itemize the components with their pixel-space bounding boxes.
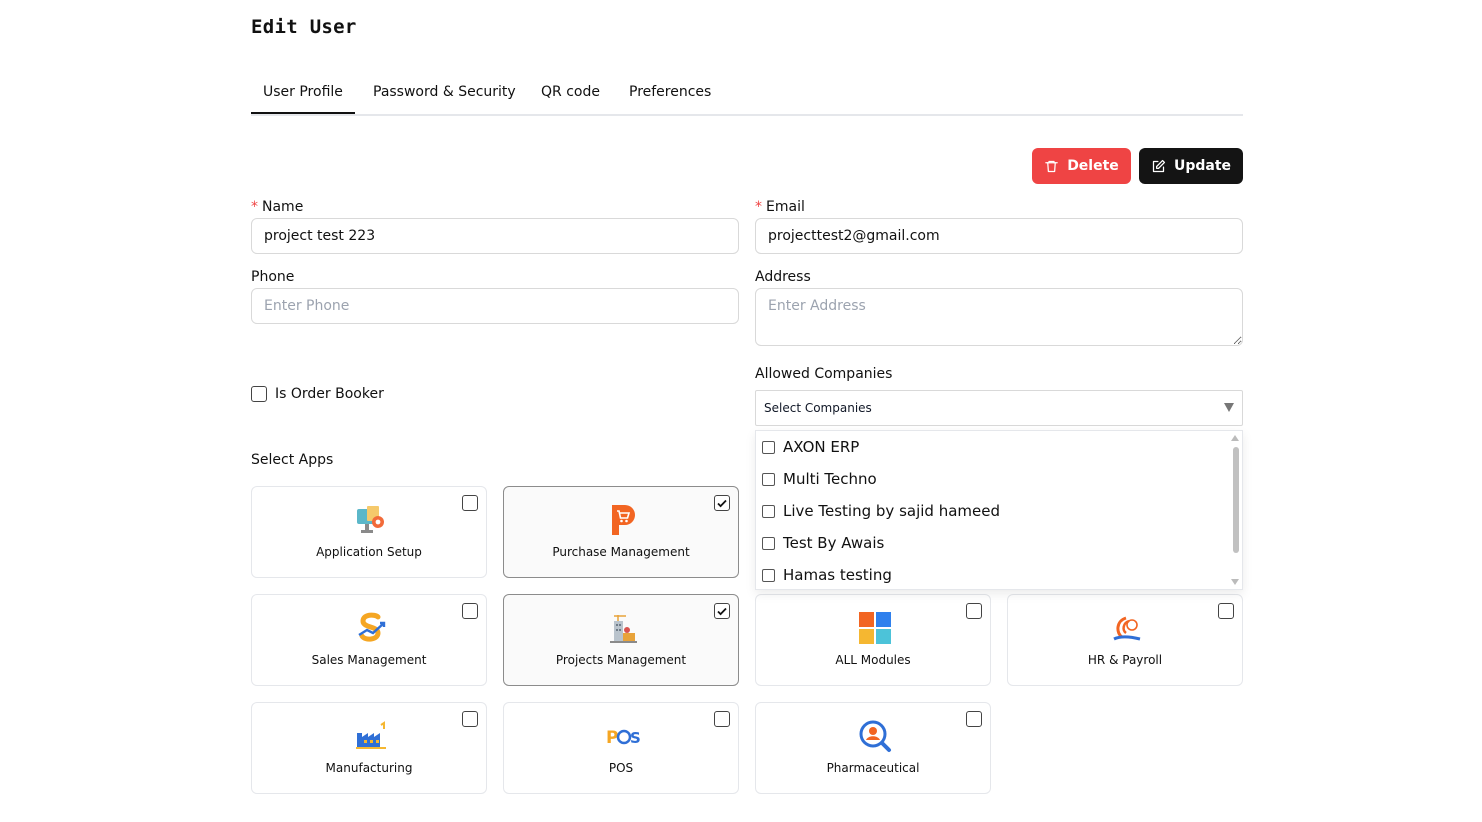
app-card-manufacturing[interactable]: Manufacturing — [251, 702, 487, 794]
app-checkbox[interactable] — [1218, 603, 1234, 619]
dropdown-scrollbar[interactable] — [1233, 447, 1239, 553]
delete-button[interactable]: Delete — [1032, 148, 1131, 184]
company-option-live-testing[interactable]: Live Testing by sajid hameed — [762, 500, 1000, 522]
app-checkbox[interactable] — [714, 603, 730, 619]
app-card-purchase-management[interactable]: Purchase Management — [503, 486, 739, 578]
scroll-down-icon[interactable] — [1231, 579, 1239, 585]
companies-select-placeholder: Select Companies — [764, 401, 872, 415]
app-name: Sales Management — [311, 653, 427, 667]
sales-management-icon — [358, 612, 386, 642]
app-card-pharmaceutical[interactable]: Pharmaceutical — [755, 702, 991, 794]
app-card-all-modules[interactable]: ALL Modules — [755, 594, 991, 686]
name-label: * Name — [251, 199, 304, 215]
company-option-checkbox[interactable] — [762, 536, 775, 550]
company-option-checkbox[interactable] — [762, 568, 775, 582]
email-label: * Email — [755, 199, 805, 215]
manufacturing-icon — [356, 721, 386, 749]
app-checkbox[interactable] — [966, 603, 982, 619]
tab-qr-code[interactable]: QR code — [541, 84, 600, 100]
phone-label: Phone — [251, 269, 295, 285]
company-option-checkbox[interactable] — [762, 440, 775, 454]
app-name: ALL Modules — [835, 653, 911, 667]
pharmaceutical-icon — [859, 720, 891, 752]
phone-input[interactable] — [251, 288, 739, 324]
company-option-multi-techno[interactable]: Multi Techno — [762, 468, 877, 490]
trash-icon — [1045, 160, 1058, 172]
all-modules-icon — [859, 612, 891, 644]
tab-user-profile[interactable]: User Profile — [251, 84, 355, 114]
address-textarea[interactable] — [755, 288, 1243, 346]
companies-dropdown: AXON ERP Multi Techno Live Testing by sa… — [755, 430, 1243, 590]
app-card-projects-management[interactable]: Projects Management — [503, 594, 739, 686]
caret-down-icon — [1224, 403, 1234, 412]
app-checkbox[interactable] — [966, 711, 982, 727]
tab-preferences[interactable]: Preferences — [629, 84, 711, 100]
purchase-management-icon — [612, 505, 635, 535]
pos-icon: P S — [606, 728, 640, 748]
svg-text:P: P — [606, 728, 618, 748]
order-booker-label: Is Order Booker — [275, 386, 384, 402]
application-setup-icon — [357, 506, 384, 533]
app-name: Pharmaceutical — [826, 761, 920, 775]
email-input[interactable] — [755, 218, 1243, 254]
svg-text:S: S — [630, 729, 640, 747]
delete-button-label: Delete — [1067, 158, 1119, 174]
app-card-application-setup[interactable]: Application Setup — [251, 486, 487, 578]
name-input[interactable] — [251, 218, 739, 254]
app-checkbox[interactable] — [714, 711, 730, 727]
app-card-pos[interactable]: P S POS — [503, 702, 739, 794]
update-button[interactable]: Update — [1139, 148, 1243, 184]
tab-password-security[interactable]: Password & Security — [373, 84, 516, 100]
company-option-axon-erp[interactable]: AXON ERP — [762, 436, 859, 458]
scroll-up-icon[interactable] — [1231, 435, 1239, 441]
address-label: Address — [755, 269, 811, 285]
allowed-companies-label: Allowed Companies — [755, 366, 893, 382]
company-option-test-by-awais[interactable]: Test By Awais — [762, 532, 884, 554]
select-apps-label: Select Apps — [251, 452, 334, 468]
required-mark: * — [755, 199, 762, 215]
app-name: Purchase Management — [552, 545, 690, 559]
app-name: Manufacturing — [325, 761, 413, 775]
app-checkbox[interactable] — [462, 495, 478, 511]
app-name: HR & Payroll — [1087, 653, 1163, 667]
company-option-checkbox[interactable] — [762, 504, 775, 518]
projects-management-icon — [610, 615, 637, 643]
companies-select[interactable]: Select Companies — [755, 390, 1243, 426]
order-booker-checkbox[interactable] — [251, 386, 267, 402]
tab-bar: User Profile Password & Security QR code… — [251, 76, 1243, 116]
edit-icon — [1152, 159, 1166, 172]
app-card-sales-management[interactable]: Sales Management — [251, 594, 487, 686]
app-name: Application Setup — [316, 545, 422, 559]
company-option-checkbox[interactable] — [762, 472, 775, 486]
company-option-hamas-testing[interactable]: Hamas testing — [762, 564, 892, 586]
hr-payroll-icon — [1113, 616, 1141, 641]
update-button-label: Update — [1173, 158, 1232, 174]
app-checkbox[interactable] — [714, 495, 730, 511]
page-title: Edit User — [251, 16, 357, 38]
app-card-hr-payroll[interactable]: HR & Payroll — [1007, 594, 1243, 686]
app-name: Projects Management — [555, 653, 687, 667]
app-name: POS — [608, 761, 634, 775]
required-mark: * — [251, 199, 258, 215]
app-checkbox[interactable] — [462, 603, 478, 619]
app-checkbox[interactable] — [462, 711, 478, 727]
